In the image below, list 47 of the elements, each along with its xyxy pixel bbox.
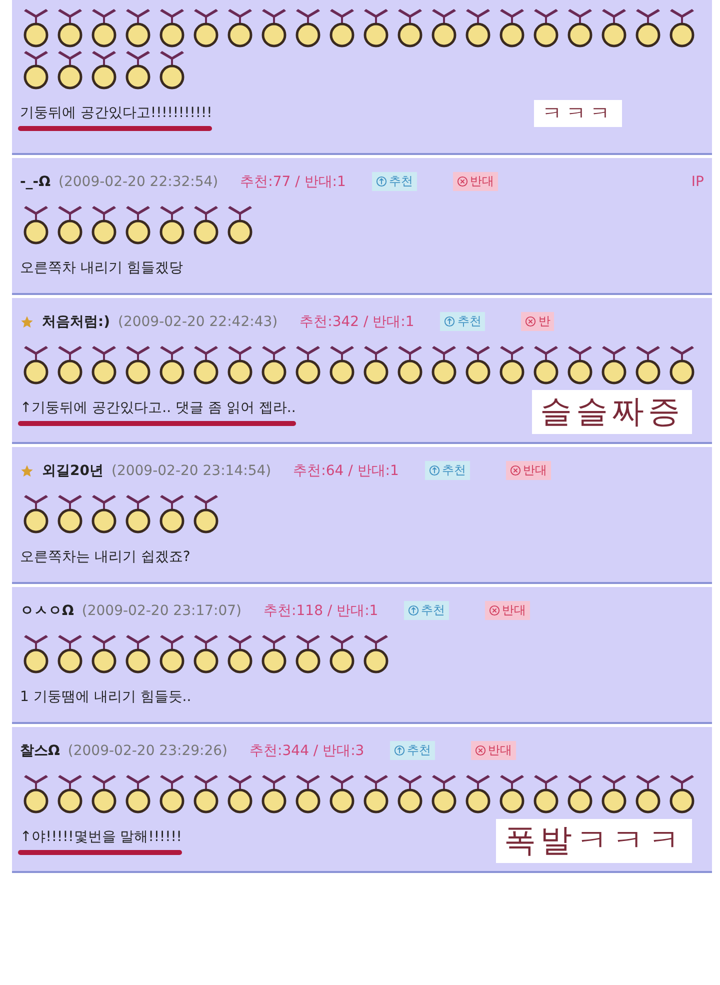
recommend-button[interactable]: 추천: [390, 741, 436, 760]
oppose-button[interactable]: 반: [521, 312, 554, 331]
vote-count: 추천:64 / 반대:1: [293, 462, 399, 480]
up-circle-icon: [444, 316, 456, 327]
x-circle-icon: [525, 316, 536, 327]
comment-text: 1 기둥땜에 내리기 힘들듯..: [20, 688, 192, 706]
comment-text: 오른쪽차는 내리기 쉽겠죠?: [20, 548, 190, 566]
x-circle-icon: [456, 176, 468, 187]
x-circle-icon: [489, 605, 500, 616]
oppose-button[interactable]: 반대: [452, 172, 498, 191]
oppose-button[interactable]: 반대: [471, 741, 516, 760]
vote-count: 추천:344 / 반대:3: [250, 742, 364, 760]
author-name[interactable]: ㅇㅅㅇΩ: [20, 602, 74, 620]
recommend-button[interactable]: 추천: [372, 172, 417, 191]
recommend-button[interactable]: 추천: [404, 601, 450, 620]
comment-text: ↑기둥뒤에 공간있다고.. 댓글 좀 읽어 젭라..: [20, 399, 296, 417]
ip-label: IP: [691, 174, 704, 190]
up-circle-icon: [428, 465, 440, 476]
x-circle-icon: [475, 745, 486, 756]
up-circle-icon: [394, 745, 406, 756]
author-name[interactable]: 처음처럼:): [42, 312, 110, 330]
vote-count: 추천:342 / 반대:1: [300, 312, 414, 330]
author-name[interactable]: 찰스Ω: [20, 742, 60, 760]
recommend-button[interactable]: 추천: [440, 312, 486, 331]
star-icon: [20, 464, 34, 478]
up-circle-icon: [408, 605, 420, 616]
vote-count: 추천:118 / 반대:1: [264, 602, 378, 620]
comment-text: 기둥뒤에 공간있다고!!!!!!!!!!!: [20, 104, 212, 122]
caption-overlay: ㅋㅋㅋ: [534, 100, 622, 127]
comment-date: (2009-02-20 22:32:54): [58, 174, 218, 190]
caption-overlay: 폭발ㅋㅋㅋ: [496, 819, 692, 863]
comment-date: (2009-02-20 23:29:26): [68, 742, 228, 758]
star-icon: [20, 314, 34, 328]
author-name[interactable]: 외길20년: [42, 462, 104, 480]
comment-date: (2009-02-20 23:17:07): [82, 602, 242, 618]
x-circle-icon: [510, 465, 521, 476]
recommend-button[interactable]: 추천: [424, 461, 470, 480]
oppose-button[interactable]: 반대: [506, 461, 551, 480]
comment-text: 오른쪽차 내리기 힘들겠당: [20, 259, 183, 277]
author-name[interactable]: -_-Ω: [20, 174, 51, 190]
oppose-button[interactable]: 반대: [485, 601, 530, 620]
comment-text: ↑야!!!!!몇번을 말해!!!!!!: [20, 828, 182, 846]
caption-overlay: 슬슬짜증: [532, 390, 692, 434]
comment-date: (2009-02-20 22:42:43): [118, 314, 278, 330]
vote-count: 추천:77 / 반대:1: [240, 172, 346, 190]
comment-date: (2009-02-20 23:14:54): [111, 462, 272, 478]
up-circle-icon: [376, 176, 387, 187]
